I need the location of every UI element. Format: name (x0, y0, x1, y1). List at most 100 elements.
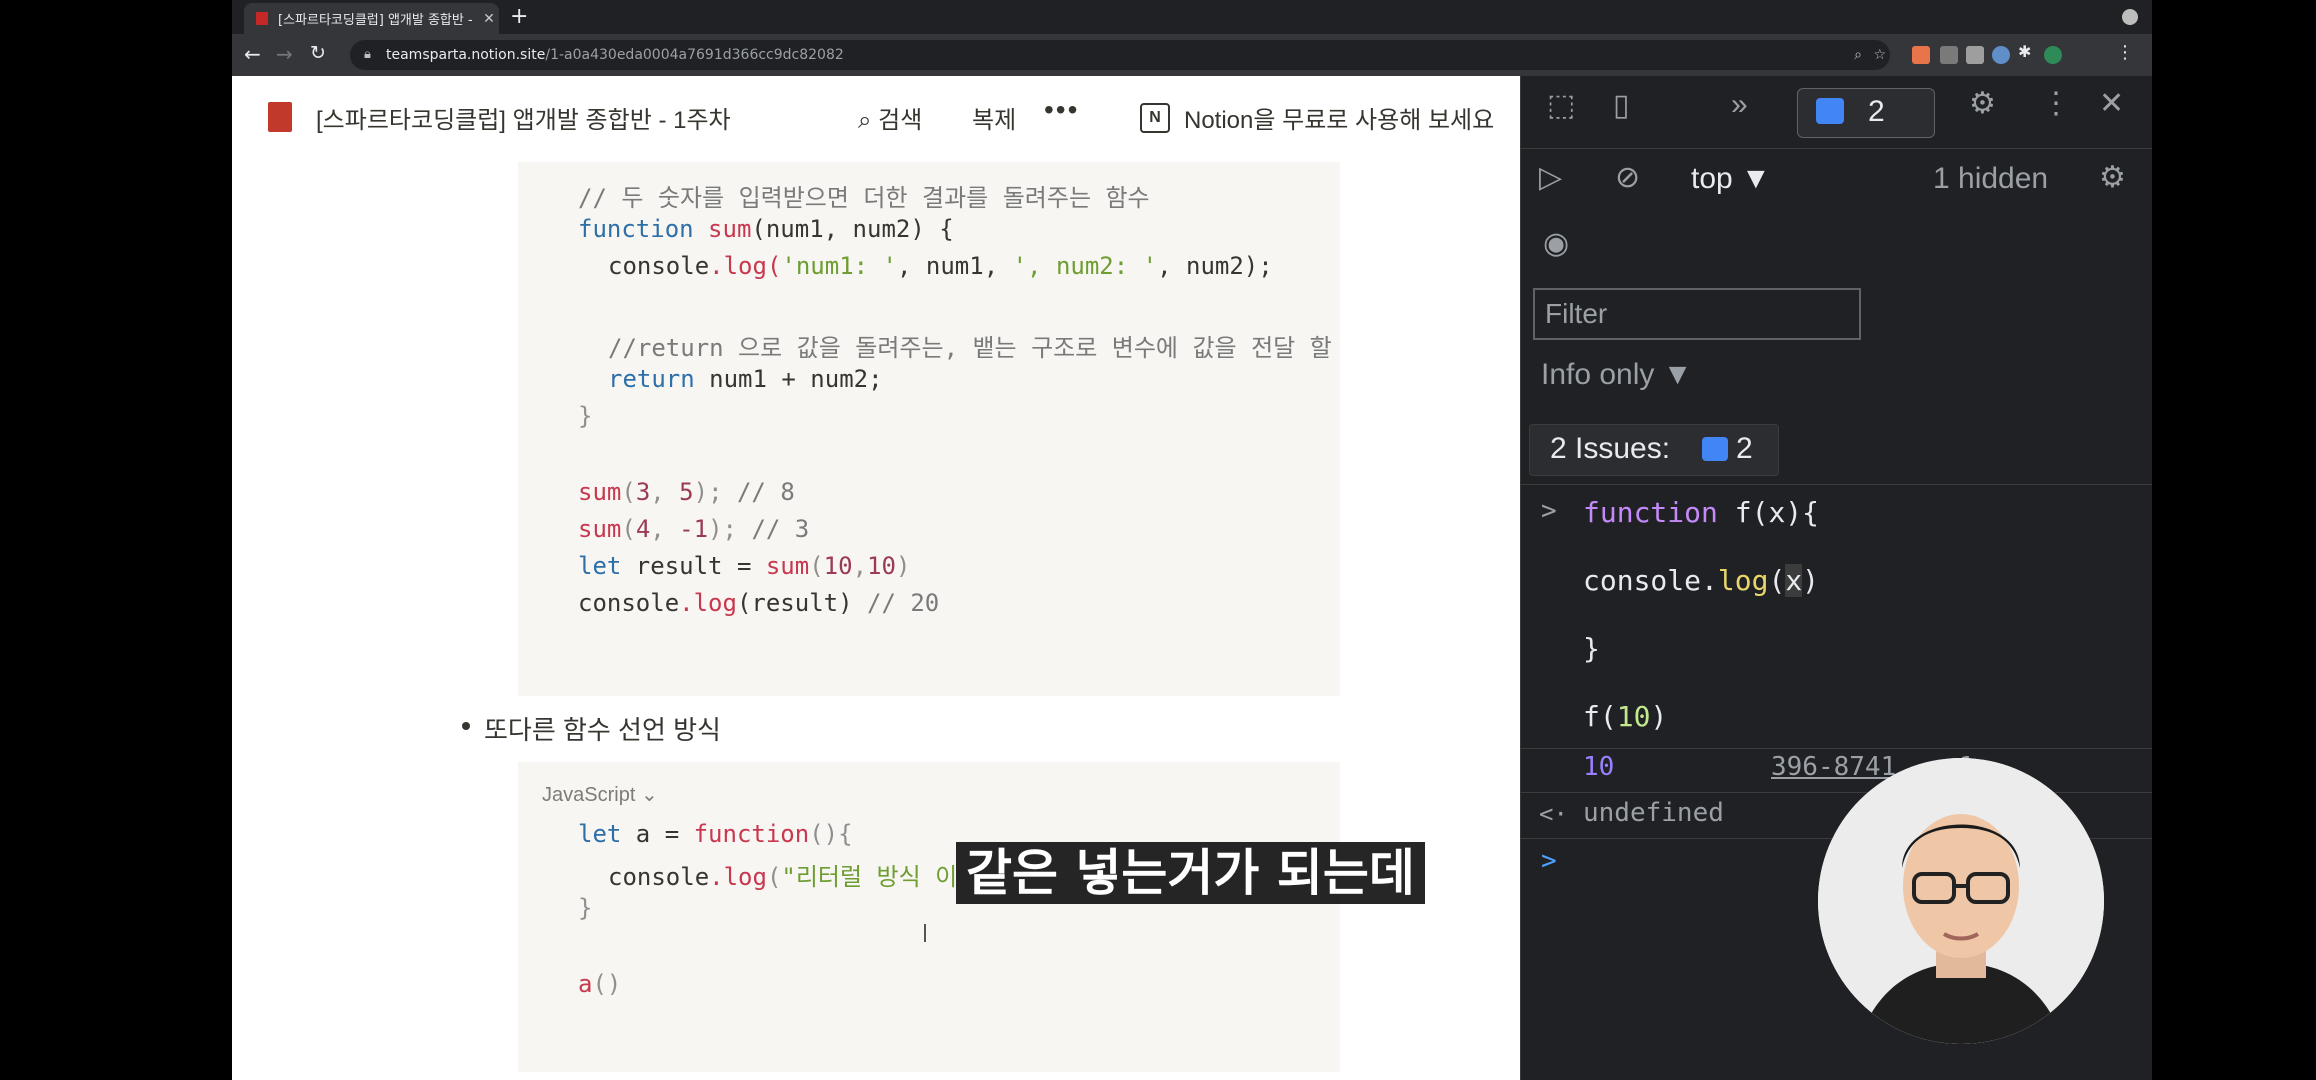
code-block-function-expression[interactable]: JavaScript ⌄ let a = function(){ console… (518, 762, 1340, 1072)
code-line: //return 으로 값을 돌려주는, 뱉는 구조로 변수에 값을 전달 할 (608, 334, 1332, 362)
kebab-menu-icon[interactable]: ⋮ (2041, 86, 2071, 121)
code-token: function (578, 215, 694, 243)
extension-icon[interactable] (1966, 46, 1984, 64)
url-text: teamsparta.notion.site/1-a0a430eda0004a7… (386, 40, 844, 70)
tab-close-icon[interactable]: ✕ (479, 11, 499, 27)
code-token: ( (1768, 564, 1786, 597)
code-token: x (1768, 496, 1786, 529)
issues-count: 2 (1736, 432, 1753, 465)
book-icon (268, 102, 292, 132)
inspect-element-icon[interactable]: ⬚ (1547, 88, 1575, 123)
extension-icon[interactable] (1992, 46, 2010, 64)
context-selector[interactable]: top ▼ (1691, 162, 1771, 196)
device-toggle-icon[interactable]: ▯ (1613, 88, 1630, 123)
lock-icon: 🔒︎ (364, 47, 371, 62)
code-token: 10 (1616, 700, 1651, 733)
code-line: // 두 숫자를 입력받으면 더한 결과를 돌려주는 함수 (578, 184, 1150, 212)
code-token: , (650, 515, 680, 543)
camera-extension-icon[interactable] (1940, 46, 1958, 64)
clear-console-icon[interactable]: ⊘ (1615, 160, 1640, 195)
zoom-icon[interactable]: ⌕ (1854, 40, 1862, 70)
issues-label: 2 Issues: (1550, 432, 1671, 465)
code-token: ){ (1785, 496, 1820, 529)
divider (1521, 792, 2152, 793)
code-token: // 8 (736, 478, 795, 506)
issues-button[interactable]: 2 Issues: 2 (1529, 424, 1779, 476)
language-selector[interactable]: JavaScript ⌄ (542, 782, 658, 807)
code-line: sum(3, 5); // 8 (578, 478, 795, 506)
search-button[interactable]: ⌕ 검색 (858, 100, 922, 135)
sidebar-toggle-icon[interactable]: ▷ (1539, 160, 1562, 195)
code-token: , num2); (1157, 252, 1273, 280)
hidden-count: 1 hidden (1933, 162, 2049, 195)
console-input-line: f(10) (1583, 700, 1667, 733)
code-token: result = (621, 552, 766, 580)
url-path: /1-a0a430eda0004a7691d366cc9dc82082 (545, 47, 844, 63)
code-token: 10 (867, 552, 896, 580)
code-token: f( (1583, 700, 1617, 733)
code-token: // 20 (867, 589, 940, 617)
more-options-icon[interactable]: ••• (1044, 94, 1079, 126)
code-token: 4 (635, 515, 651, 543)
star-icon[interactable]: ☆ (1873, 40, 1886, 70)
reload-icon[interactable]: ↻ (310, 42, 326, 64)
code-token: ); (693, 478, 737, 506)
kebab-menu-icon[interactable]: ⋮ (2116, 42, 2134, 63)
url-host: teamsparta.notion.site (386, 47, 546, 63)
back-arrow-icon[interactable]: ← (244, 42, 261, 66)
puzzle-icon[interactable]: ✱ (2018, 42, 2036, 61)
browser-tab[interactable]: [스파르타코딩클럽] 앱개발 종합반 - ✕ (244, 3, 499, 34)
forward-arrow-icon[interactable]: → (276, 42, 293, 66)
avatar[interactable] (2044, 46, 2062, 64)
code-token: sum (578, 478, 622, 506)
window-control-icon[interactable] (2122, 9, 2138, 25)
code-line: sum(4, -1); // 3 (578, 515, 809, 543)
console-settings-gear-icon[interactable]: ⚙ (2099, 160, 2126, 195)
more-tabs-icon[interactable]: » (1731, 88, 1748, 122)
extension-icon[interactable] (1912, 46, 1930, 64)
code-line: console.log(result) // 20 (578, 589, 939, 617)
filter-input[interactable]: Filter (1533, 288, 1861, 340)
code-token: ) (1650, 700, 1668, 733)
eye-icon[interactable]: ◉ (1543, 226, 1569, 261)
code-token: , (650, 478, 680, 506)
issues-badge-button[interactable]: 2 (1797, 88, 1935, 138)
code-block-sum[interactable]: // 두 숫자를 입력받으면 더한 결과를 돌려주는 함수 function s… (518, 162, 1340, 696)
code-token: sum (708, 215, 752, 243)
code-line: console.log('num1: ', num1, ', num2: ', … (608, 252, 1273, 280)
console-output-value: 10 (1583, 752, 1615, 782)
code-token: .log (709, 863, 767, 891)
text-cursor-icon (924, 924, 926, 942)
page-title[interactable]: [스파르타코딩클럽] 앱개발 종합반 - 1주차 (316, 100, 731, 135)
notion-favicon-icon (256, 12, 268, 25)
code-line: } (578, 402, 593, 430)
code-token: 'num1: ' (781, 252, 897, 280)
language-label: JavaScript (542, 784, 636, 806)
try-notion-free-button[interactable]: Notion을 무료로 사용해 보세요 (1184, 100, 1494, 135)
code-token: 3 (635, 478, 651, 506)
search-icon: ⌕ (858, 107, 872, 134)
divider (1521, 748, 2152, 749)
address-bar[interactable]: 🔒︎ teamsparta.notion.site/1-a0a430eda000… (350, 40, 1890, 70)
code-token: function (1583, 496, 1718, 529)
console-input-line: console.log(x) (1583, 564, 1819, 597)
code-token: -1 (679, 515, 709, 543)
gear-icon[interactable]: ⚙ (1969, 86, 1996, 121)
tab-strip: [스파르타코딩클럽] 앱개발 종합반 - ✕ + (232, 0, 2152, 34)
log-levels-dropdown[interactable]: Info only ▼ (1541, 358, 1692, 392)
new-tab-button[interactable]: + (510, 4, 528, 29)
bullet-text: 또다른 함수 선언 방식 (484, 715, 721, 745)
bullet-dot-icon (462, 722, 470, 730)
code-token: ( (809, 552, 824, 580)
code-line: let a = function(){ (578, 820, 853, 848)
duplicate-button[interactable]: 복제 (972, 100, 1016, 135)
code-token: console (1583, 564, 1702, 597)
code-token: . (1701, 564, 1718, 597)
console-prompt-icon[interactable]: > (1541, 846, 1557, 876)
code-token: (result) (736, 589, 867, 617)
notion-logo-icon[interactable]: N (1140, 103, 1170, 133)
code-token: (){ (809, 820, 853, 848)
bullet-item[interactable]: 또다른 함수 선언 방식 (462, 710, 721, 747)
close-icon[interactable]: ✕ (2099, 86, 2124, 121)
console-input-prompt-icon: > (1541, 496, 1557, 526)
